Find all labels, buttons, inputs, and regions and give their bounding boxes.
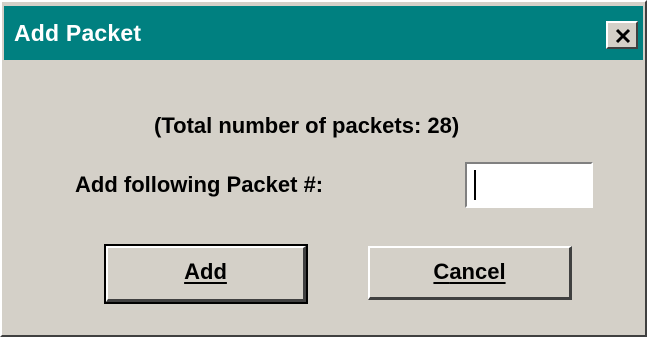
- text-caret: [474, 170, 476, 200]
- add-packet-dialog: Add Packet (Total number of packets: 28)…: [0, 0, 647, 337]
- cancel-button[interactable]: Cancel: [368, 246, 572, 300]
- packet-number-input[interactable]: [465, 162, 593, 208]
- title-bar[interactable]: Add Packet: [4, 6, 643, 60]
- cancel-button-label: ancel: [449, 259, 506, 284]
- window-title: Add Packet: [14, 20, 142, 46]
- add-button-mnemonic: A: [184, 259, 200, 284]
- add-button[interactable]: Add: [104, 244, 308, 304]
- total-packets-text: (Total number of packets: 28): [154, 113, 460, 138]
- cancel-button-mnemonic: C: [433, 259, 450, 284]
- close-button[interactable]: [606, 21, 638, 49]
- add-button-label: dd: [200, 259, 227, 284]
- packet-number-label: Add following Packet #:: [75, 172, 324, 197]
- close-icon: [615, 28, 631, 44]
